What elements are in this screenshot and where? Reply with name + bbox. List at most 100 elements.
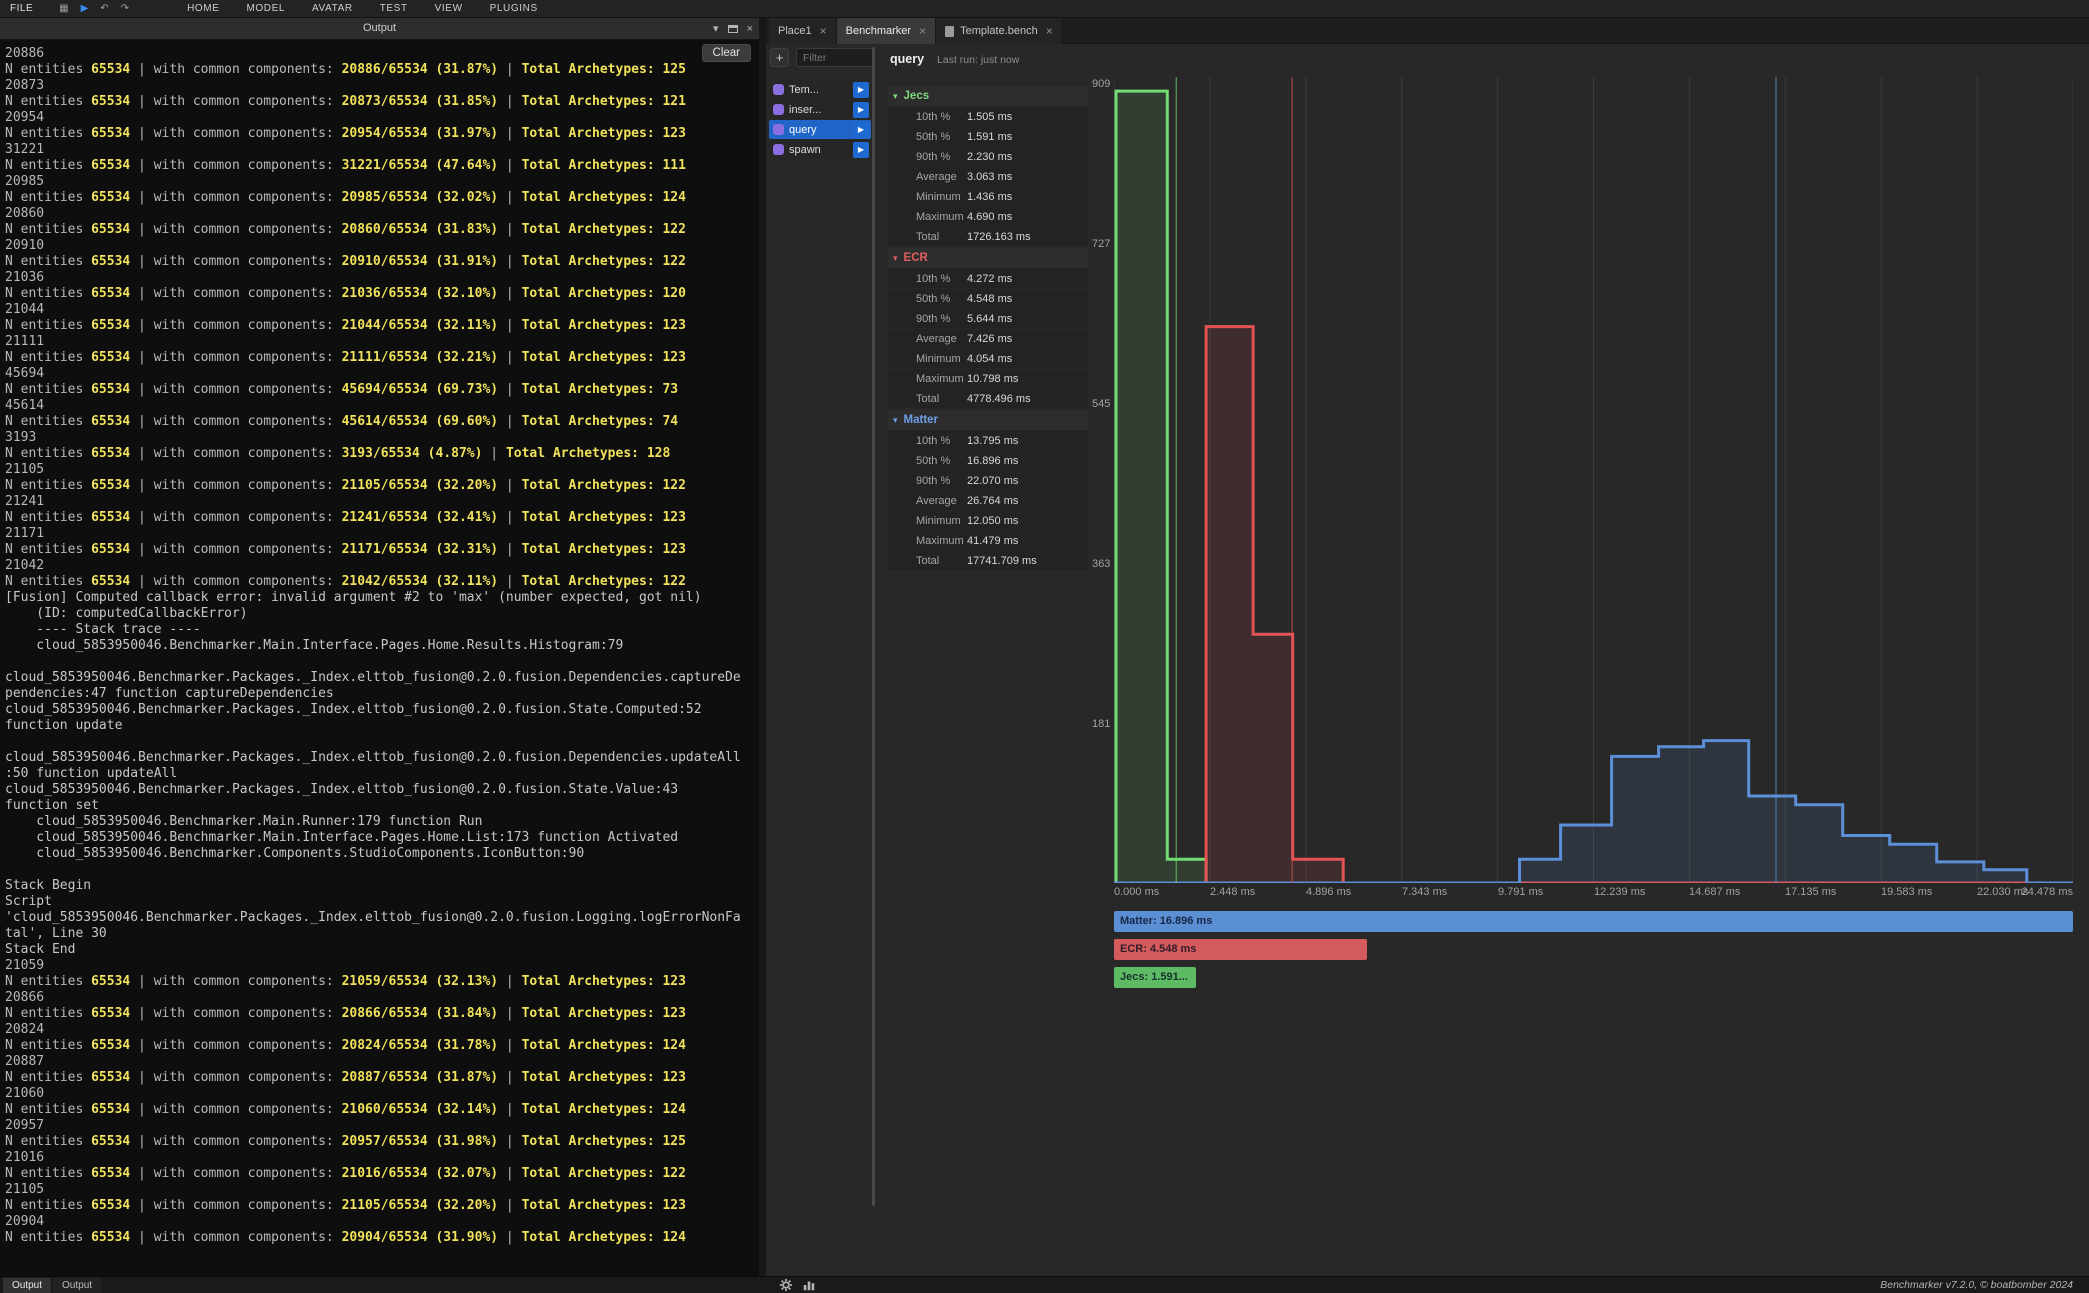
chart-icon[interactable]: [802, 1278, 816, 1292]
bottom-tab-output[interactable]: Output: [53, 1278, 101, 1293]
menu-view[interactable]: VIEW: [435, 3, 463, 14]
tab-benchmarker[interactable]: Benchmarker×: [837, 18, 936, 44]
log-line: N entities 65534 | with common component…: [5, 126, 759, 142]
log-line: cloud_5853950046.Benchmarker.Packages._I…: [5, 670, 759, 686]
benchmark-icon: [773, 84, 784, 95]
stats-row: Average7.426 ms: [888, 329, 1088, 348]
benchmark-item-spawn[interactable]: spawn▶: [769, 140, 871, 159]
log-line: cloud_5853950046.Benchmarker.Packages._I…: [5, 750, 759, 766]
clear-button[interactable]: Clear: [702, 44, 751, 62]
play-icon: ▶: [858, 86, 864, 94]
x-axis-label: 17.135 ms: [1785, 886, 1836, 898]
run-benchmark-button[interactable]: ▶: [853, 122, 869, 138]
stat-label: Average: [888, 333, 967, 345]
x-axis-label: 14.687 ms: [1689, 886, 1740, 898]
plugin-credit: Benchmarker v7.2.0, © boatbomber 2024: [1880, 1279, 2073, 1291]
add-benchmark-button[interactable]: +: [770, 48, 789, 67]
log-line: cloud_5853950046.Benchmarker.Main.Interf…: [5, 638, 759, 654]
close-icon[interactable]: ×: [919, 24, 926, 38]
log-line: [Fusion] Computed callback error: invali…: [5, 590, 759, 606]
stat-value: 1726.163 ms: [967, 231, 1031, 243]
log-line: N entities 65534 | with common component…: [5, 1230, 759, 1246]
undo-icon[interactable]: ↶: [100, 0, 108, 18]
menu-model[interactable]: MODEL: [246, 3, 285, 14]
log-line: 'cloud_5853950046.Benchmarker.Packages._…: [5, 910, 759, 926]
log-line: N entities 65534 | with common component…: [5, 574, 759, 590]
benchmark-item-query[interactable]: query▶: [769, 120, 871, 139]
x-axis-label: 0.000 ms: [1114, 886, 1159, 898]
stats-row: 10th %13.795 ms: [888, 431, 1088, 450]
dropdown-icon[interactable]: ▾: [713, 18, 719, 40]
log-line: 20824: [5, 1022, 759, 1038]
play-icon: ▶: [858, 126, 864, 134]
benchmarker-panel: + Tem...▶inser...▶query▶spawn▶ query Las…: [766, 44, 2089, 1276]
stat-value: 4.054 ms: [967, 353, 1012, 365]
close-icon[interactable]: ×: [747, 18, 753, 40]
stats-section-matter[interactable]: ▾Matter: [888, 410, 1088, 430]
menu-file[interactable]: FILE: [10, 3, 33, 14]
benchmark-item-tem[interactable]: Tem...▶: [769, 80, 871, 99]
stats-row: 50th %4.548 ms: [888, 289, 1088, 308]
run-benchmark-button[interactable]: ▶: [853, 102, 869, 118]
stat-value: 2.230 ms: [967, 151, 1012, 163]
stat-label: 50th %: [888, 131, 967, 143]
log-line: 20985: [5, 174, 759, 190]
log-line: 21059: [5, 958, 759, 974]
x-axis-label: 4.896 ms: [1306, 886, 1351, 898]
stats-row: Minimum4.054 ms: [888, 349, 1088, 368]
save-icon[interactable]: ▦: [59, 0, 68, 18]
stat-value: 4778.496 ms: [967, 393, 1031, 405]
menu-plugins[interactable]: PLUGINS: [490, 3, 538, 14]
float-window-icon[interactable]: [728, 25, 738, 33]
stats-section-ecr[interactable]: ▾ECR: [888, 248, 1088, 268]
output-titlebar-icons: ▾ ×: [713, 18, 753, 40]
log-line: N entities 65534 | with common component…: [5, 510, 759, 526]
log-line: 20954: [5, 110, 759, 126]
stat-label: Average: [888, 171, 967, 183]
log-line: [5, 734, 759, 750]
stats-section-jecs[interactable]: ▾Jecs: [888, 86, 1088, 106]
run-benchmark-button[interactable]: ▶: [853, 82, 869, 98]
legend-bar-ecr[interactable]: ECR: 4.548 ms: [1114, 939, 1367, 960]
log-line: 21171: [5, 526, 759, 542]
close-icon[interactable]: ×: [1046, 24, 1053, 38]
tab-place1[interactable]: Place1×: [769, 18, 837, 44]
stat-value: 26.764 ms: [967, 495, 1018, 507]
tab-template-bench[interactable]: Template.bench×: [936, 18, 1063, 44]
log-line: N entities 65534 | with common component…: [5, 414, 759, 430]
redo-icon[interactable]: ↷: [121, 0, 129, 18]
log-line: 21044: [5, 302, 759, 318]
list-scrollbar[interactable]: [872, 47, 875, 1206]
output-log[interactable]: Clear 20886N entities 65534 | with commo…: [0, 40, 759, 1276]
settings-gear-icon[interactable]: [779, 1278, 793, 1292]
stat-label: Minimum: [888, 353, 967, 365]
menu-home[interactable]: HOME: [187, 3, 219, 14]
log-line: 20887: [5, 1054, 759, 1070]
menu-test[interactable]: TEST: [380, 3, 408, 14]
stat-value: 4.690 ms: [967, 211, 1012, 223]
menu-avatar[interactable]: AVATAR: [312, 3, 353, 14]
benchmark-toolbar: +: [770, 48, 874, 67]
legend-bar-matter[interactable]: Matter: 16.896 ms: [1114, 911, 2073, 932]
run-icon[interactable]: ▶: [81, 0, 89, 18]
filter-input[interactable]: [796, 48, 874, 67]
stat-value: 12.050 ms: [967, 515, 1018, 527]
log-line: cloud_5853950046.Benchmarker.Main.Runner…: [5, 814, 759, 830]
stats-section-name: ECR: [904, 252, 928, 264]
close-icon[interactable]: ×: [820, 24, 827, 38]
log-line: 31221: [5, 142, 759, 158]
stat-value: 4.272 ms: [967, 273, 1012, 285]
log-line: Stack End: [5, 942, 759, 958]
log-line: N entities 65534 | with common component…: [5, 158, 759, 174]
log-line: pendencies:47 function captureDependenci…: [5, 686, 759, 702]
log-line: function set: [5, 798, 759, 814]
run-benchmark-button[interactable]: ▶: [853, 142, 869, 158]
bottom-tab-output[interactable]: Output: [3, 1278, 51, 1293]
legend-label: Jecs: 1.591...: [1114, 967, 1196, 988]
log-line: 21241: [5, 494, 759, 510]
play-icon: ▶: [858, 106, 864, 114]
stats-row: Average26.764 ms: [888, 491, 1088, 510]
panel-splitter[interactable]: [759, 18, 766, 1276]
benchmark-item-inser[interactable]: inser...▶: [769, 100, 871, 119]
legend-bar-jecs[interactable]: Jecs: 1.591...: [1114, 967, 1196, 988]
